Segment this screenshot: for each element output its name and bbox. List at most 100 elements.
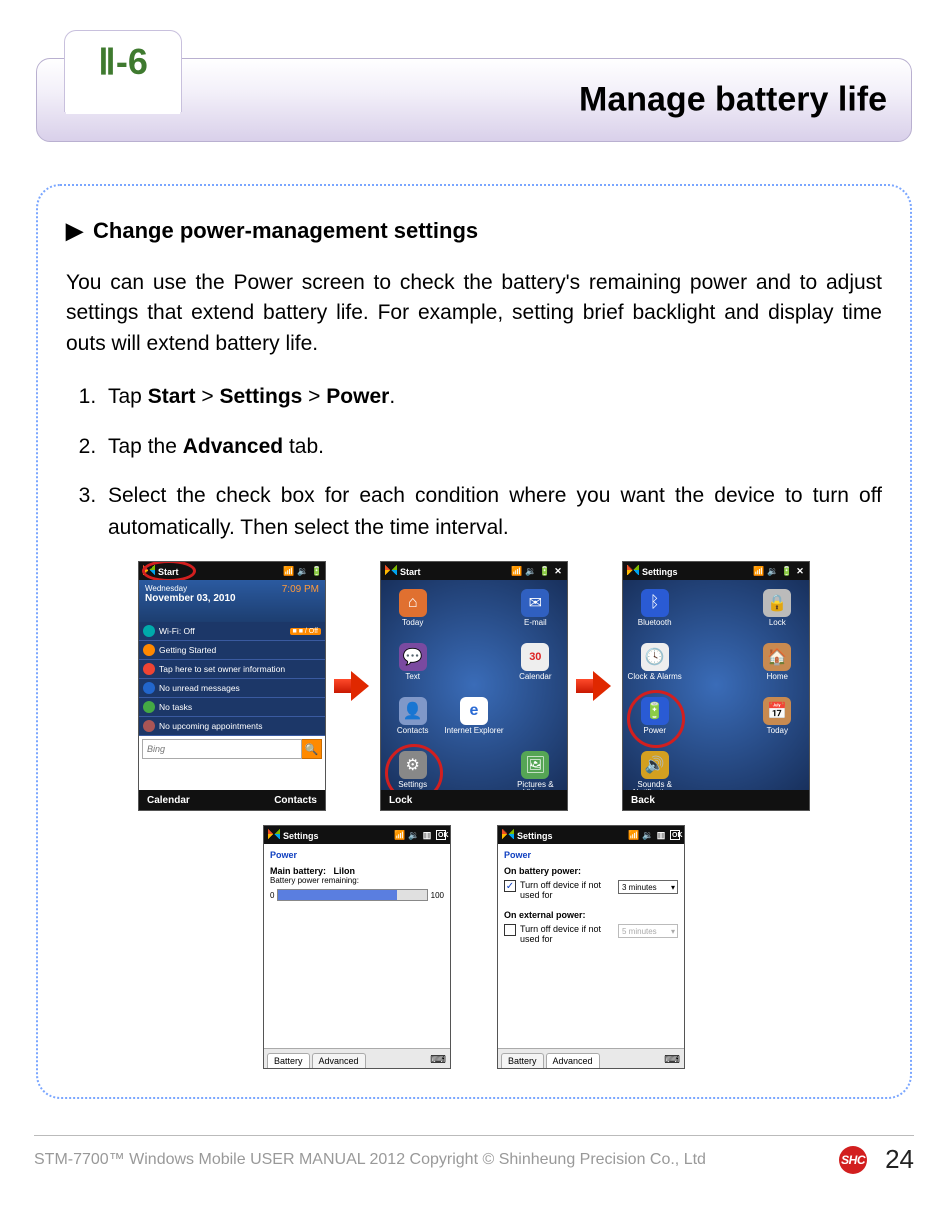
main-battery-type: LiIon (334, 866, 356, 876)
screenshot-row-1: Start 📶🔉🔋 Wednesday November 03, 2010 7:… (66, 561, 882, 811)
wm-titlebar: Start 📶🔉🔋✕ (381, 562, 567, 580)
app-power[interactable]: 🔋Power (625, 694, 684, 746)
power-heading: Power (504, 850, 678, 860)
softkey-left[interactable]: Back (631, 795, 655, 806)
page-footer: STM-7700™ Windows Mobile USER MANUAL 201… (34, 1135, 914, 1175)
app-email[interactable]: ✉E-mail (506, 586, 565, 638)
tab-advanced[interactable]: Advanced (546, 1053, 600, 1068)
list-item[interactable]: Wi-Fi: Off■ ■ / Off (139, 622, 325, 641)
section-heading: ▶ Change power-management settings (66, 218, 882, 244)
app-today[interactable]: ⌂Today (383, 586, 442, 638)
wm-titlebar: Settings 📶🔉▥OK (498, 826, 684, 844)
step-bold: Power (326, 385, 389, 408)
tab-battery[interactable]: Battery (501, 1053, 544, 1068)
page-number: 24 (885, 1144, 914, 1175)
wm-footerbar: Calendar Contacts (139, 790, 325, 810)
titlebar-label: Start (400, 567, 421, 577)
step-text: > (196, 385, 220, 408)
tabs: Battery Advanced ⌨ (498, 1048, 684, 1068)
list-item[interactable]: Tap here to set owner information (139, 660, 325, 679)
tab-battery[interactable]: Battery (267, 1053, 310, 1068)
settings-grid: ᛒBluetooth 🔒Lock 🕓Clock & Alarms 🏠Home 🔋… (623, 580, 809, 790)
battery-bar: 0 100 (270, 889, 444, 901)
time-label: 7:09 PM (282, 584, 319, 595)
bar-min: 0 (270, 891, 274, 900)
search-input[interactable] (142, 739, 302, 759)
arrow-icon (334, 669, 372, 703)
tabs: Battery Advanced ⌨ (264, 1048, 450, 1068)
list-item[interactable]: No tasks (139, 698, 325, 717)
intro-paragraph: You can use the Power screen to check th… (66, 268, 882, 359)
page-title: Manage battery life (579, 81, 887, 120)
chevron-down-icon: ▾ (671, 927, 675, 936)
app-today[interactable]: 📅Today (748, 694, 807, 746)
progress-track (277, 889, 427, 901)
chevron-down-icon: ▾ (671, 883, 675, 892)
remaining-label: Battery power remaining: (270, 876, 444, 885)
search-row: 🔍 (142, 739, 322, 759)
app-bluetooth[interactable]: ᛒBluetooth (625, 586, 684, 638)
screenshot-today: Start 📶🔉🔋 Wednesday November 03, 2010 7:… (138, 561, 326, 811)
battery-timeout-row: Turn off device if not used for 3 minute… (504, 880, 678, 900)
arrow-icon (576, 669, 614, 703)
step-2: Tap the Advanced tab. (102, 431, 882, 463)
tab-advanced[interactable]: Advanced (312, 1053, 366, 1068)
wm-titlebar: Settings 📶🔉▥OK (264, 826, 450, 844)
wm-footerbar: Back (623, 790, 809, 810)
app-contacts[interactable]: 👤Contacts (383, 694, 442, 746)
softkey-left[interactable]: Lock (389, 795, 412, 806)
app-lock[interactable]: 🔒Lock (748, 586, 807, 638)
checkbox[interactable] (504, 924, 516, 936)
screenshot-settings-grid: Settings 📶🔉🔋✕ ᛒBluetooth 🔒Lock 🕓Clock & … (622, 561, 810, 811)
external-timeout-row: Turn off device if not used for 5 minute… (504, 924, 678, 944)
keyboard-icon[interactable]: ⌨ (664, 1053, 680, 1066)
bar-max: 100 (431, 891, 444, 900)
list-item[interactable]: No unread messages (139, 679, 325, 698)
step-bold: Start (148, 385, 196, 408)
on-external-label: On external power: (504, 910, 586, 920)
keyboard-icon[interactable]: ⌨ (430, 1053, 446, 1066)
power-body: Power Main battery: LiIon Battery power … (264, 844, 450, 1068)
step-text: . (389, 385, 395, 408)
chapter-tab: Ⅱ-6 (64, 30, 182, 112)
list-item[interactable]: No upcoming appointments (139, 717, 325, 736)
step-text: Tap the (108, 435, 183, 458)
dropdown-disabled: 5 minutes▾ (618, 924, 678, 938)
check-label: Turn off device if not used for (520, 880, 614, 900)
app-ie[interactable]: eInternet Explorer (444, 694, 503, 746)
wm-titlebar: Start 📶🔉🔋 (139, 562, 325, 580)
search-icon[interactable]: 🔍 (302, 739, 322, 759)
titlebar-label: Settings (283, 831, 319, 841)
step-bold: Settings (220, 385, 303, 408)
today-clock: Wednesday November 03, 2010 7:09 PM (139, 580, 325, 622)
power-body: Power On battery power: Turn off device … (498, 844, 684, 1068)
app-home[interactable]: 🏠Home (748, 640, 807, 692)
windows-icon (268, 829, 280, 839)
shc-logo: SHC (839, 1146, 867, 1174)
titlebar-label: Settings (517, 831, 553, 841)
screenshot-row-2: Settings 📶🔉▥OK Power Main battery: LiIon… (66, 825, 882, 1069)
footer-text: STM-7700™ Windows Mobile USER MANUAL 201… (34, 1151, 831, 1169)
titlebar-label: Settings (642, 567, 678, 577)
app-clock[interactable]: 🕓Clock & Alarms (625, 640, 684, 692)
checkbox[interactable] (504, 880, 516, 892)
dropdown[interactable]: 3 minutes▾ (618, 880, 678, 894)
app-text[interactable]: 💬Text (383, 640, 442, 692)
step-bold: Advanced (183, 435, 283, 458)
list-item[interactable]: Getting Started (139, 641, 325, 660)
content-box: ▶ Change power-management settings You c… (36, 184, 912, 1099)
windows-icon (385, 565, 397, 575)
page-header: Manage battery life Ⅱ-6 (36, 30, 912, 148)
main-battery-label: Main battery: (270, 866, 326, 876)
windows-icon (627, 565, 639, 575)
titlebar-label: Start (158, 567, 179, 577)
softkey-left[interactable]: Calendar (147, 795, 190, 806)
softkey-right[interactable]: Contacts (274, 795, 317, 806)
app-calendar[interactable]: 30Calendar (506, 640, 565, 692)
today-list: Wi-Fi: Off■ ■ / Off Getting Started Tap … (139, 622, 325, 736)
check-label: Turn off device if not used for (520, 924, 614, 944)
step-text: Tap (108, 385, 148, 408)
step-text: tab. (283, 435, 324, 458)
triangle-icon: ▶ (66, 218, 83, 244)
step-3: Select the check box for each condition … (102, 480, 882, 543)
